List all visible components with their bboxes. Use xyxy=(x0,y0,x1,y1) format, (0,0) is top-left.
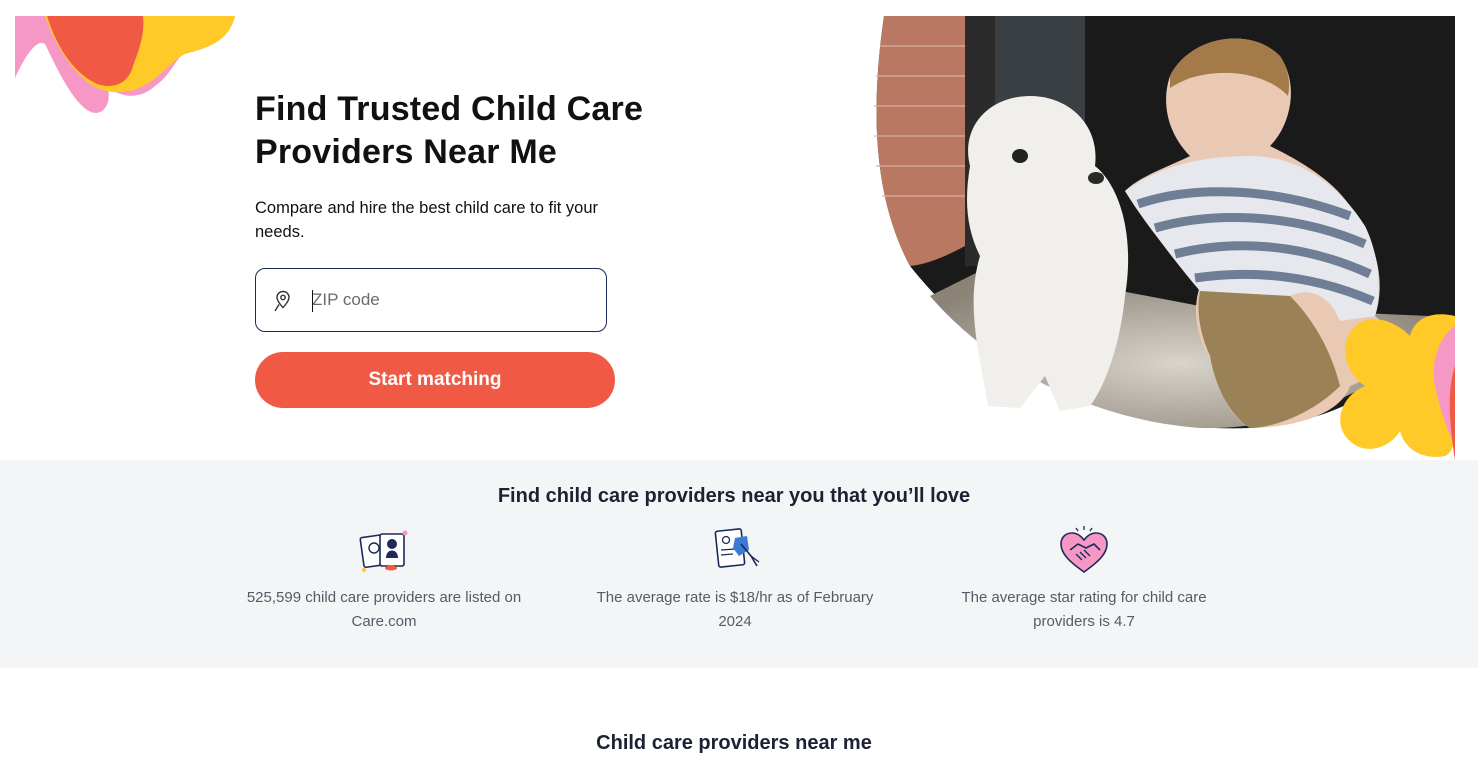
hero-photo xyxy=(870,16,1455,460)
stat-providers: 525,599 child care providers are listed … xyxy=(234,526,534,634)
rate-document-icon xyxy=(714,528,760,568)
heart-handshake-icon xyxy=(1060,526,1108,573)
start-matching-button[interactable]: Start matching xyxy=(255,352,615,408)
stats-title: Find child care providers near you that … xyxy=(497,485,971,507)
decorative-flower-blob xyxy=(15,16,235,113)
stat-providers-text: 525,599 child care providers are listed … xyxy=(246,589,522,630)
hero-subtitle: Compare and hire the best child care to … xyxy=(255,199,599,241)
location-pin-icon xyxy=(274,290,290,312)
stats-section: Find child care providers near you that … xyxy=(0,460,1478,668)
page-title: Find Trusted Child Care Providers Near M… xyxy=(255,90,644,171)
stat-average-rate-text: The average rate is $18/hr as of Februar… xyxy=(596,589,874,630)
stat-average-rate: The average rate is $18/hr as of Februar… xyxy=(585,526,885,634)
zip-code-input[interactable] xyxy=(312,269,592,331)
child-with-dog-photo xyxy=(870,16,1455,460)
providers-near-me-heading: Child care providers near me xyxy=(596,732,872,754)
hero-section: Find Trusted Child Care Providers Near M… xyxy=(0,0,1478,460)
provider-profiles-icon xyxy=(359,530,408,572)
text-caret xyxy=(312,290,313,312)
stat-star-rating: The average star rating for child care p… xyxy=(934,526,1234,634)
stat-star-rating-text: The average star rating for child care p… xyxy=(961,589,1207,630)
zip-code-field[interactable] xyxy=(255,268,607,332)
